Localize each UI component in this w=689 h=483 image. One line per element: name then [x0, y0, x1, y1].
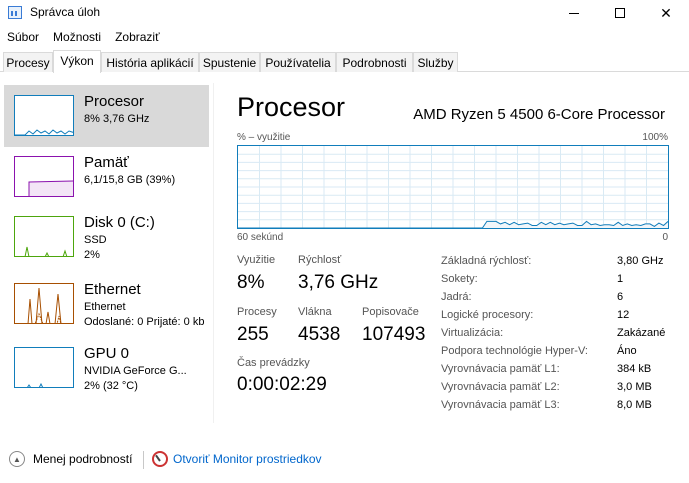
spec-l1-cache-label: Vyrovnávacia pamäť L1: [441, 363, 560, 375]
spec-cores-value: 6 [617, 291, 624, 303]
sidebar-divider [213, 83, 214, 423]
spec-hyperv-label: Podpora technológie Hyper-V: [441, 345, 588, 357]
minimize-icon [569, 12, 579, 14]
less-details-button[interactable]: Menej podrobností [33, 452, 132, 466]
close-icon: ✕ [660, 5, 672, 21]
threads-label: Vlákna [298, 306, 332, 318]
cpu-thumbnail-svg [15, 129, 73, 135]
sidebar-item-memory[interactable]: Pamäť 6,1/15,8 GB (39%) [4, 146, 209, 208]
cpu-usage-graph [237, 145, 669, 229]
disk-thumbnail-graph [14, 216, 74, 257]
sidebar-ethernet-adapter: Ethernet [84, 301, 126, 313]
spec-sockets-label: Sokety: [441, 273, 478, 285]
tab-services[interactable]: Služby [413, 52, 458, 72]
menu-bar: Súbor Možnosti Zobraziť [0, 27, 167, 47]
uptime-value: 0:00:02:29 [237, 374, 327, 395]
tab-details[interactable]: Podrobnosti [336, 52, 413, 72]
disk-thumbnail-svg [24, 246, 68, 256]
sidebar-disk-type: SSD [84, 234, 107, 246]
sidebar-gpu-model: NVIDIA GeForce G... [84, 365, 187, 377]
task-manager-icon [8, 6, 22, 19]
spec-sockets-value: 1 [617, 273, 624, 285]
footer-divider [143, 451, 144, 469]
sidebar-item-disk[interactable]: Disk 0 (C:) SSD 2% [4, 206, 209, 268]
threads-value: 4538 [298, 324, 341, 345]
memory-thumbnail-svg [28, 180, 73, 196]
sidebar-memory-title: Pamäť [84, 154, 129, 171]
resource-monitor-icon[interactable] [152, 451, 168, 467]
cpu-usage-graph-svg [238, 146, 669, 229]
sidebar-cpu-title: Procesor [84, 93, 145, 110]
speed-label: Rýchlosť [298, 254, 342, 266]
open-resource-monitor-link[interactable]: Otvoriť Monitor prostriedkov [173, 452, 322, 466]
spec-l2-cache-label: Vyrovnávacia pamäť L2: [441, 381, 560, 393]
sidebar-item-cpu[interactable]: Procesor 8% 3,76 GHz [4, 85, 209, 147]
footer: ▲ Menej podrobností Otvoriť Monitor pros… [0, 443, 689, 483]
tab-startup[interactable]: Spustenie [199, 52, 260, 72]
processor-name: AMD Ryzen 5 4500 6-Core Processor [413, 106, 665, 123]
handles-value: 107493 [362, 324, 426, 345]
title-bar: Správca úloh ✕ [0, 0, 689, 26]
spec-l3-cache-label: Vyrovnávacia pamäť L3: [441, 399, 560, 411]
spec-l1-cache-value: 384 kB [617, 363, 652, 375]
spec-virtualization-label: Virtualizácia: [441, 327, 504, 339]
spec-l3-cache-value: 8,0 MB [617, 399, 652, 411]
page-title: Procesor [237, 92, 346, 122]
resource-sidebar: Procesor 8% 3,76 GHz Pamäť 6,1/15,8 GB (… [0, 83, 213, 420]
sidebar-item-ethernet[interactable]: Ethernet Ethernet Odoslané: 0 Prijaté: 0… [4, 273, 209, 335]
utilization-value: 8% [237, 272, 265, 293]
speed-value: 3,76 GHz [298, 272, 379, 293]
memory-thumbnail-graph [14, 156, 74, 197]
window-title: Správca úloh [30, 5, 101, 19]
spec-cores-label: Jadrá: [441, 291, 472, 303]
spec-base-speed-label: Základná rýchlosť: [441, 255, 532, 267]
tab-app-history[interactable]: História aplikácií [101, 52, 199, 72]
chevron-up-icon[interactable]: ▲ [9, 451, 25, 467]
ethernet-thumbnail-graph [14, 283, 74, 324]
sidebar-disk-usage: 2% [84, 249, 100, 261]
menu-view[interactable]: Zobraziť [108, 27, 167, 47]
processes-value: 255 [237, 324, 269, 345]
handles-label: Popisovače [362, 306, 419, 318]
maximize-icon [615, 8, 625, 18]
close-button[interactable]: ✕ [643, 0, 689, 26]
processes-label: Procesy [237, 306, 277, 318]
gpu-thumbnail-svg [27, 382, 44, 387]
sidebar-disk-title: Disk 0 (C:) [84, 214, 155, 231]
menu-file[interactable]: Súbor [0, 27, 46, 47]
minimize-button[interactable] [551, 0, 597, 26]
tab-performance[interactable]: Výkon [53, 50, 101, 73]
ethernet-thumbnail-svg [27, 287, 62, 323]
graph-max-label: 100% [642, 132, 668, 143]
sidebar-cpu-usage: 8% 3,76 GHz [84, 113, 150, 125]
spec-logical-processors-label: Logické procesory: [441, 309, 534, 321]
sidebar-gpu-usage: 2% (32 °C) [84, 380, 138, 392]
spec-logical-processors-value: 12 [617, 309, 630, 321]
tab-strip: Procesy Výkon História aplikácií Spusten… [0, 50, 689, 73]
menu-options[interactable]: Možnosti [46, 27, 108, 47]
graph-y-label: % – využitie [237, 132, 291, 143]
spec-virtualization-value: Zakázané [617, 327, 666, 339]
sidebar-gpu-title: GPU 0 [84, 345, 130, 362]
spec-l2-cache-value: 3,0 MB [617, 381, 652, 393]
uptime-label: Čas prevádzky [237, 357, 310, 369]
tab-processes[interactable]: Procesy [3, 52, 53, 72]
cpu-thumbnail-graph [14, 95, 74, 136]
sidebar-memory-usage: 6,1/15,8 GB (39%) [84, 174, 176, 186]
spec-hyperv-value: Áno [617, 345, 637, 357]
graph-min-label: 0 [662, 232, 668, 243]
sidebar-item-gpu[interactable]: GPU 0 NVIDIA GeForce G... 2% (32 °C) [4, 337, 209, 399]
utilization-label: Využitie [237, 254, 276, 266]
graph-time-label: 60 sekúnd [237, 232, 284, 243]
gpu-thumbnail-graph [14, 347, 74, 388]
spec-base-speed-value: 3,80 GHz [617, 255, 664, 267]
tab-users[interactable]: Používatelia [260, 52, 336, 72]
sidebar-ethernet-throughput: Odoslané: 0 Prijaté: 0 kb [84, 316, 205, 328]
sidebar-ethernet-title: Ethernet [84, 281, 141, 298]
maximize-button[interactable] [597, 0, 643, 26]
